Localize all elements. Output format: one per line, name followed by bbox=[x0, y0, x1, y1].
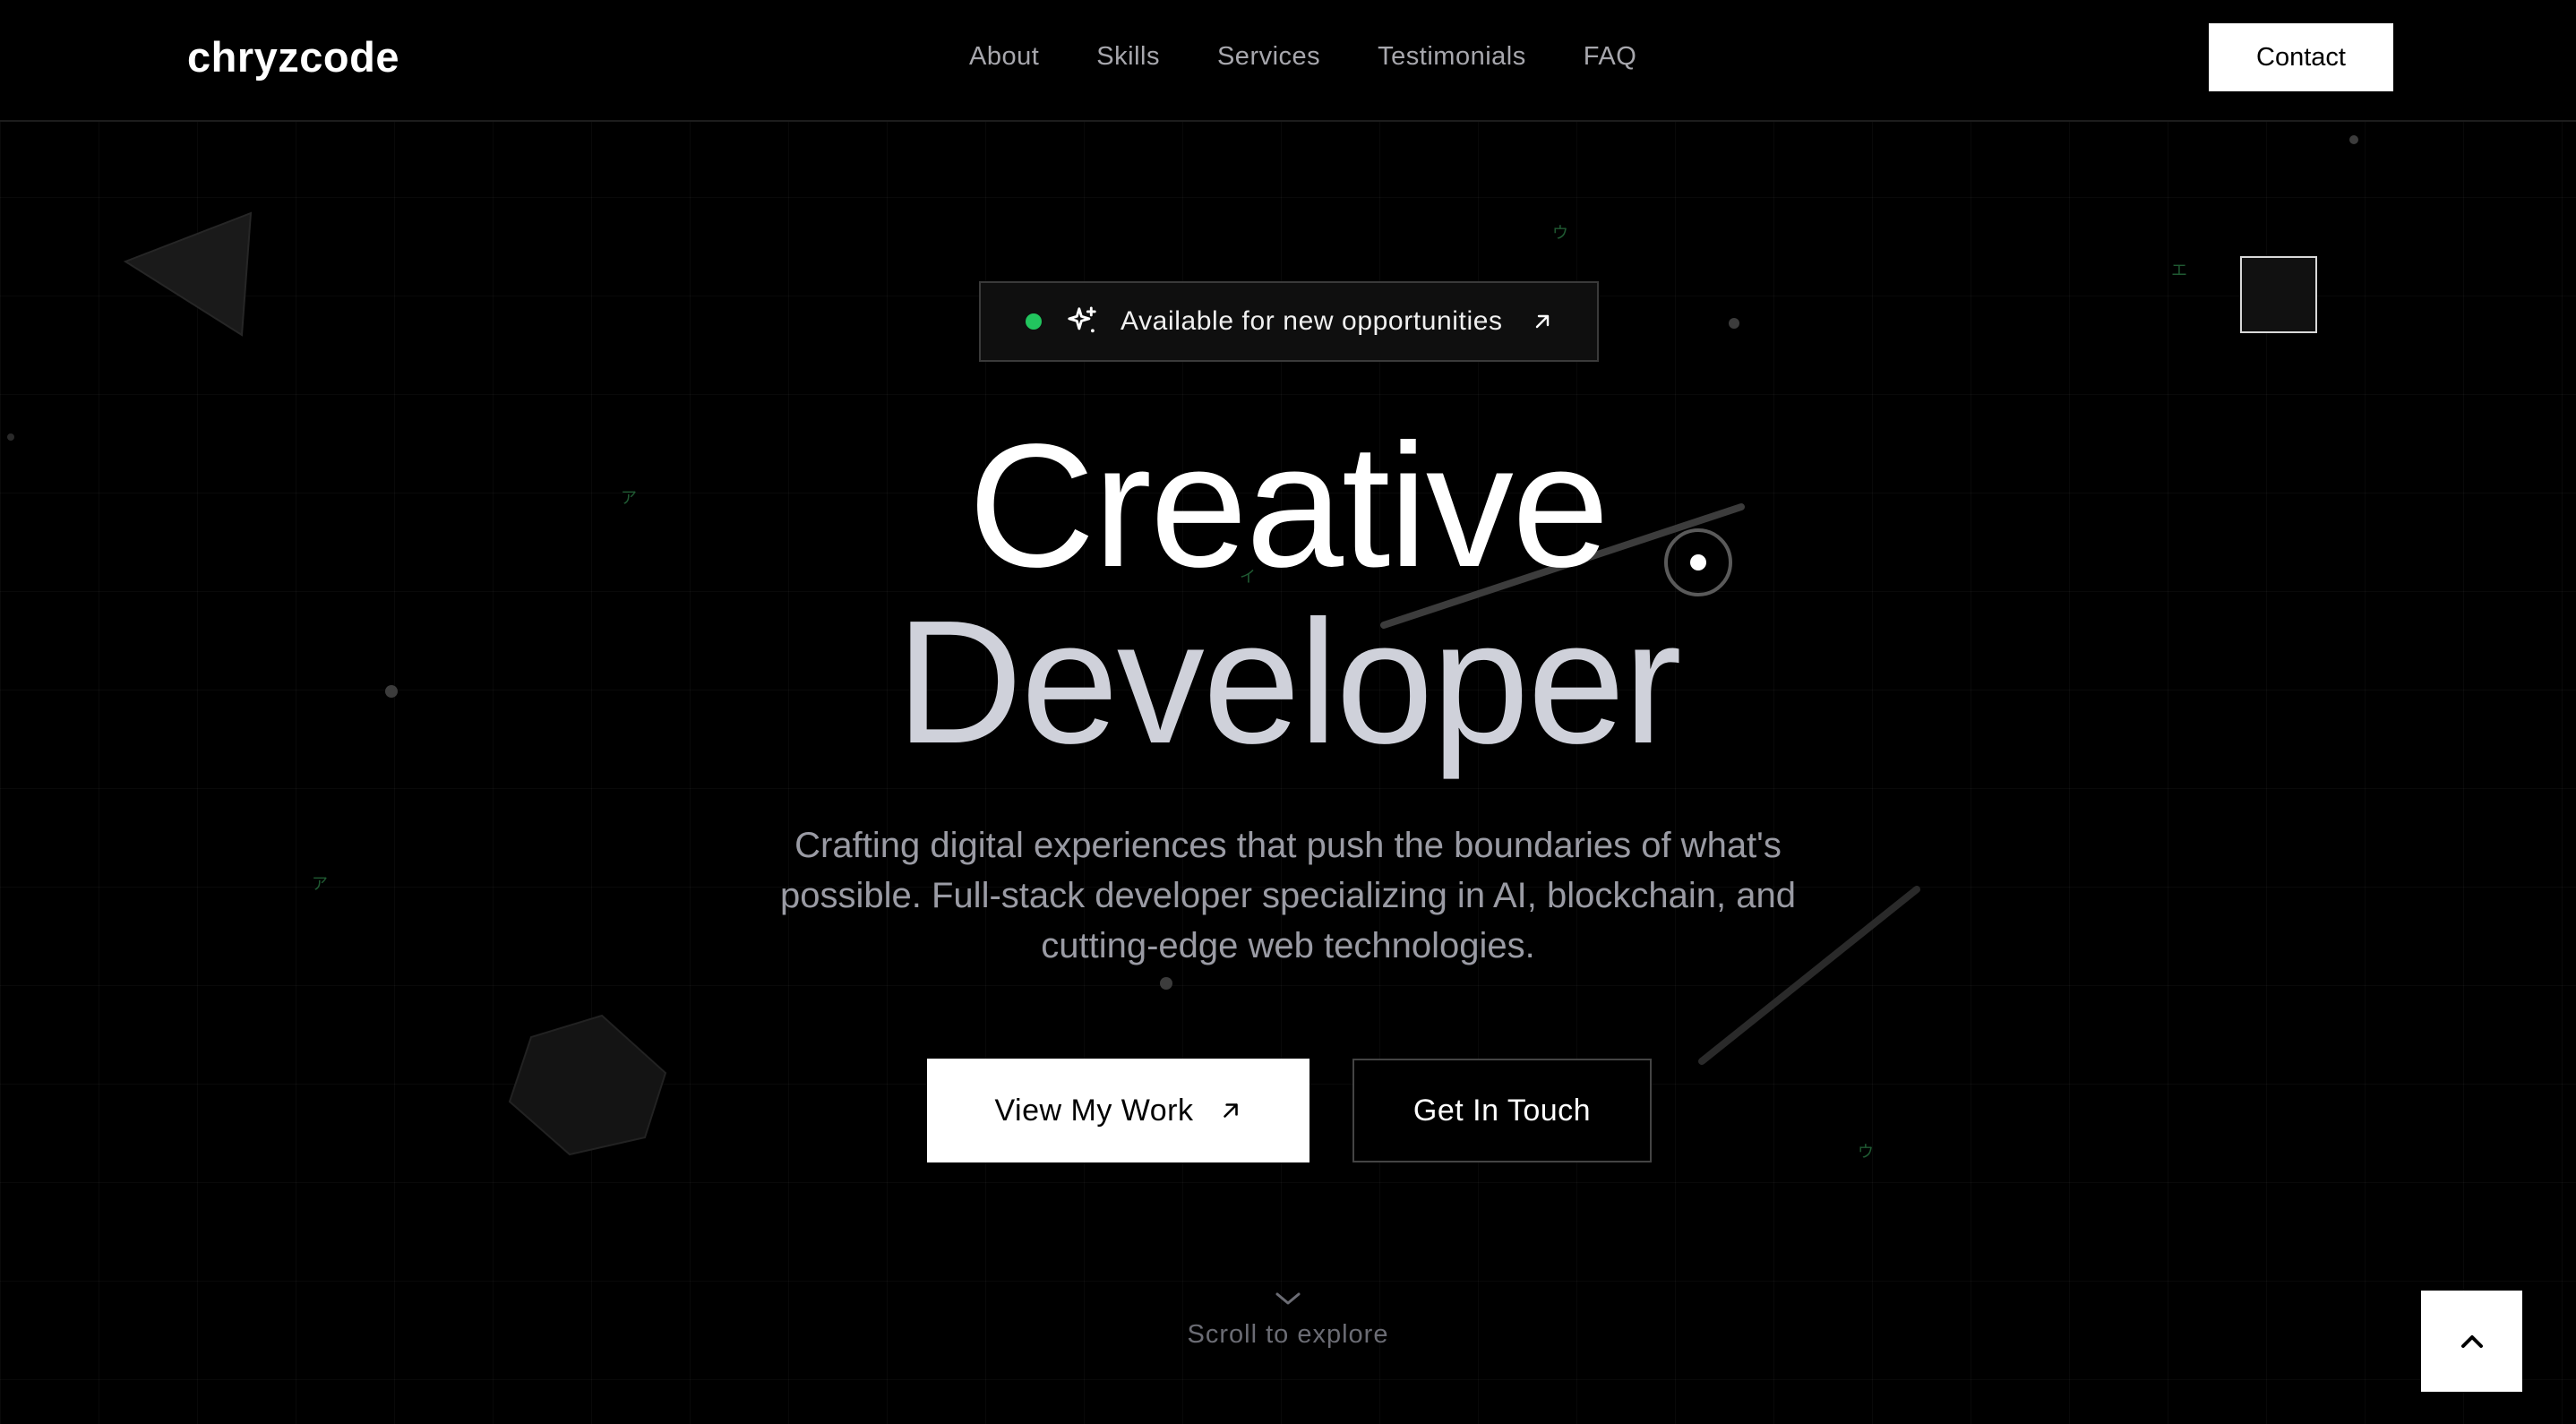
dot-shape bbox=[2349, 135, 2358, 144]
triangle-shape bbox=[123, 211, 253, 337]
background-glyph: ウ bbox=[1858, 1143, 1874, 1162]
status-dot bbox=[1026, 313, 1042, 330]
nav-link-testimonials[interactable]: Testimonials bbox=[1378, 42, 1526, 72]
hero-title-line-1: Creative bbox=[968, 407, 1610, 604]
background-glyph: エ bbox=[2171, 262, 2187, 280]
view-my-work-label: View My Work bbox=[994, 1093, 1194, 1128]
nav-link-faq[interactable]: FAQ bbox=[1584, 42, 1637, 72]
arrow-up-right-icon bbox=[1223, 1103, 1238, 1118]
availability-badge[interactable]: Available for new opportunities bbox=[979, 281, 1599, 362]
view-my-work-button[interactable]: View My Work bbox=[927, 1059, 1309, 1162]
chevron-up-icon bbox=[2460, 1334, 2483, 1348]
page: ウ エ ア イ ア ウ chryzcode About Skills Servi… bbox=[0, 0, 2576, 1424]
hero-subtitle: Crafting digital experiences that push t… bbox=[780, 826, 1796, 965]
hero-title-line-2: Developer bbox=[896, 584, 1681, 780]
site-header: chryzcode About Skills Services Testimon… bbox=[0, 0, 2576, 122]
nav-link-about[interactable]: About bbox=[969, 42, 1039, 72]
main-nav: About Skills Services Testimonials FAQ bbox=[969, 42, 1636, 72]
site-logo[interactable]: chryzcode bbox=[187, 32, 399, 81]
back-to-top-button[interactable] bbox=[2421, 1291, 2522, 1392]
square-shape bbox=[2240, 256, 2317, 333]
availability-text: Available for new opportunities bbox=[1121, 306, 1503, 336]
sparkles-icon bbox=[1068, 306, 1096, 333]
contact-button[interactable]: Contact bbox=[2209, 23, 2393, 91]
hexagon-shape bbox=[508, 1014, 667, 1156]
nav-link-services[interactable]: Services bbox=[1217, 42, 1320, 72]
chevron-down-icon bbox=[1275, 1292, 1301, 1305]
dot-shape bbox=[1729, 318, 1739, 329]
nav-link-skills[interactable]: Skills bbox=[1096, 42, 1160, 72]
get-in-touch-button[interactable]: Get In Touch bbox=[1352, 1059, 1652, 1162]
scroll-hint[interactable]: Scroll to explore bbox=[0, 1288, 2576, 1350]
arrow-up-right-icon bbox=[1535, 314, 1549, 329]
background-glyph: ア bbox=[312, 875, 328, 894]
dot-shape bbox=[1160, 977, 1172, 990]
background-glyph: ウ bbox=[1552, 224, 1568, 243]
scroll-hint-text: Scroll to explore bbox=[1187, 1320, 1389, 1349]
